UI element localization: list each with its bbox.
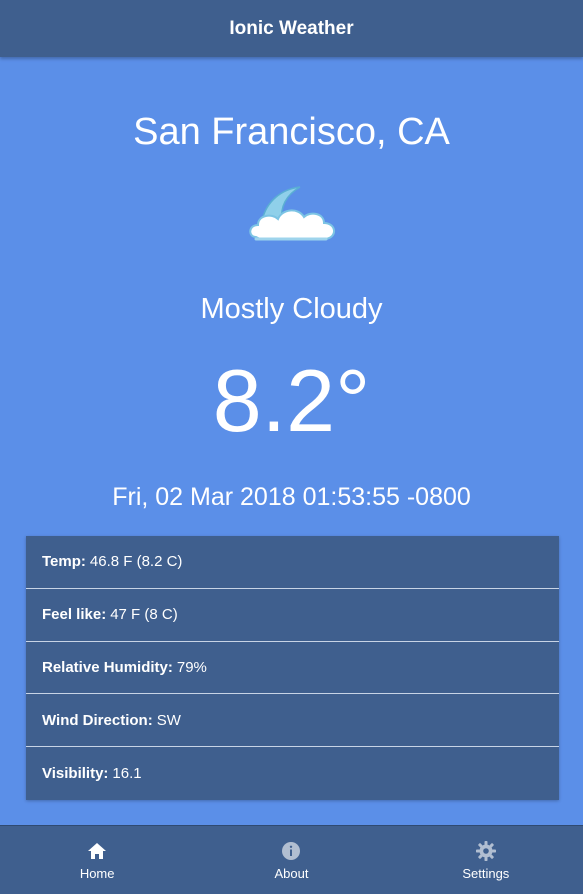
tab-label: About	[274, 865, 309, 881]
weather-details-list: Temp: 46.8 F (8.2 C) Feel like: 47 F (8 …	[26, 536, 559, 800]
detail-label: Feel like:	[42, 606, 107, 624]
weather-condition: Mostly Cloudy	[200, 293, 383, 325]
detail-value: 79%	[176, 658, 207, 676]
bottom-tab-bar: Home About Settings	[0, 825, 583, 894]
location-title: San Francisco, CA	[133, 111, 450, 153]
detail-value: 47 F (8 C)	[110, 606, 178, 624]
tab-settings[interactable]: Settings	[389, 826, 583, 894]
gear-icon	[475, 840, 497, 862]
detail-row-feels-like: Feel like: 47 F (8 C)	[26, 589, 559, 642]
weather-content: San Francisco, CA Mostly Cloudy 8.2° Fri…	[0, 57, 583, 825]
detail-value: 16.1	[112, 765, 142, 783]
tab-label: Home	[79, 865, 115, 881]
detail-label: Visibility:	[42, 765, 109, 783]
current-temperature: 8.2°	[212, 351, 371, 450]
detail-label: Relative Humidity:	[42, 658, 173, 676]
detail-row-wind-direction: Wind Direction: SW	[26, 694, 559, 748]
detail-row-visibility: Visibility: 16.1	[26, 747, 559, 800]
home-icon	[86, 840, 108, 862]
detail-value: SW	[156, 711, 181, 729]
app-title: Ionic Weather	[229, 17, 354, 39]
observation-time: Fri, 02 Mar 2018 01:53:55 -0800	[112, 483, 471, 511]
detail-value: 46.8 F (8.2 C)	[89, 553, 183, 571]
detail-row-humidity: Relative Humidity: 79%	[26, 642, 559, 695]
mostly-cloudy-icon	[242, 181, 342, 253]
tab-about[interactable]: About	[194, 826, 388, 894]
app-header: Ionic Weather	[0, 0, 583, 57]
detail-label: Temp:	[42, 553, 86, 571]
tab-home[interactable]: Home	[0, 826, 194, 894]
detail-label: Wind Direction:	[42, 711, 153, 729]
info-icon	[280, 840, 302, 862]
tab-label: Settings	[462, 865, 510, 881]
detail-row-temp: Temp: 46.8 F (8.2 C)	[26, 536, 559, 589]
